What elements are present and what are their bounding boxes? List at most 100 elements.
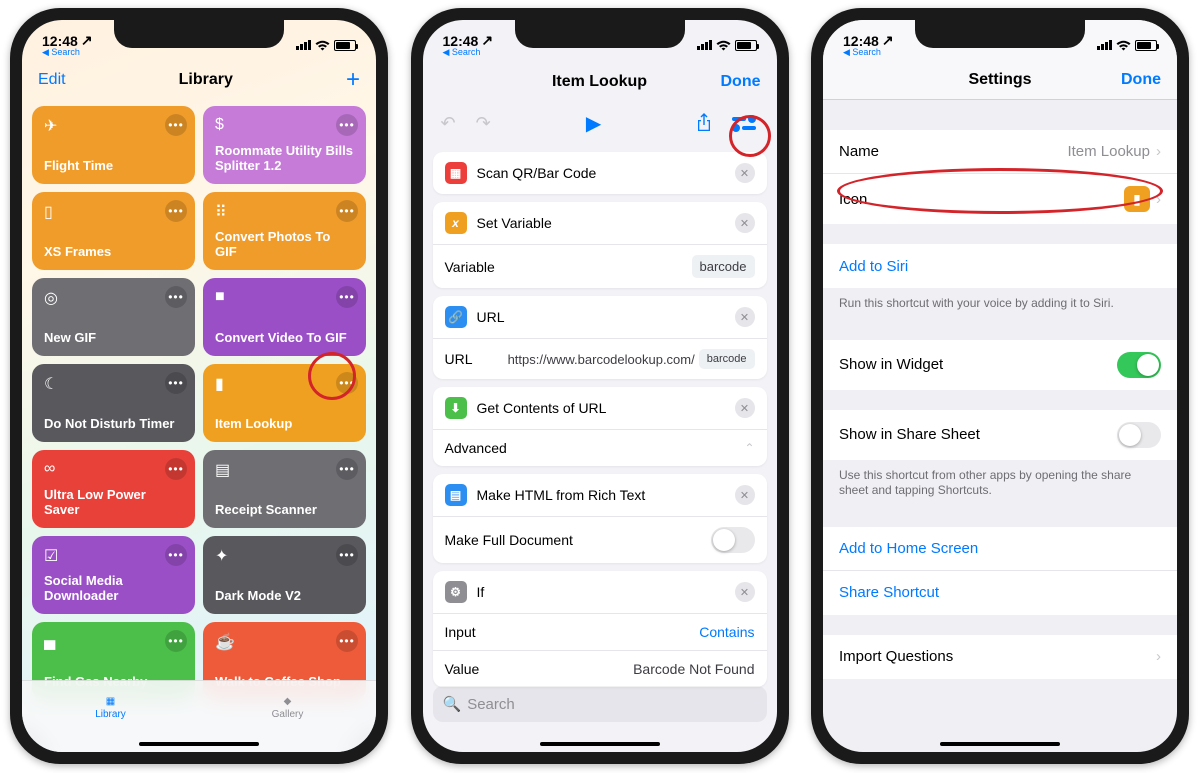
shortcut-tile[interactable]: •••☾Do Not Disturb Timer (32, 364, 195, 442)
action-title: Set Variable (477, 215, 552, 231)
edit-button[interactable]: Edit (38, 71, 66, 89)
tile-more-button[interactable]: ••• (165, 458, 187, 480)
wifi-icon (1116, 40, 1131, 51)
advanced-disclosure[interactable]: Advanced ⌃ (433, 429, 767, 466)
tile-more-button[interactable]: ••• (336, 458, 358, 480)
tab-label: Gallery (272, 709, 304, 720)
status-back-app[interactable]: ◀ Search (42, 47, 93, 58)
tile-more-button[interactable]: ••• (165, 544, 187, 566)
shortcut-tile[interactable]: •••▯XS Frames (32, 192, 195, 270)
shortcut-tile[interactable]: •••▤Receipt Scanner (203, 450, 366, 528)
variable-label: Variable (445, 259, 495, 275)
show-in-widget-row: Show in Widget (823, 340, 1177, 390)
battery-icon (1135, 40, 1157, 51)
search-input[interactable]: 🔍 Search (433, 686, 767, 722)
tile-more-button[interactable]: ••• (336, 114, 358, 136)
tile-more-button[interactable]: ••• (336, 286, 358, 308)
add-to-siri-button[interactable]: Add to Siri (823, 244, 1177, 288)
settings-group-widget: Show in Widget (823, 340, 1177, 390)
delete-action-button[interactable]: ✕ (735, 213, 755, 233)
battery-icon (735, 40, 757, 51)
siri-hint: Run this shortcut with your voice by add… (823, 288, 1177, 320)
action-set-variable[interactable]: x Set Variable ✕ Variable barcode (433, 202, 767, 288)
delete-action-button[interactable]: ✕ (735, 582, 755, 602)
tile-more-button[interactable]: ••• (336, 630, 358, 652)
if-value-field[interactable]: Barcode Not Found (633, 661, 754, 677)
tile-more-button[interactable]: ••• (336, 372, 358, 394)
variable-icon: x (445, 212, 467, 234)
if-condition-picker[interactable]: Contains (699, 624, 754, 640)
share-shortcut-button[interactable]: Share Shortcut (823, 571, 1177, 615)
document-icon: ▤ (445, 484, 467, 506)
shortcut-tile[interactable]: •••☑Social Media Downloader (32, 536, 195, 614)
tile-title: Do Not Disturb Timer (44, 416, 183, 432)
make-full-switch[interactable] (711, 527, 755, 553)
delete-action-button[interactable]: ✕ (735, 398, 755, 418)
notch (515, 20, 685, 48)
done-button[interactable]: Done (720, 73, 760, 91)
tile-title: New GIF (44, 330, 183, 346)
share-button[interactable] (696, 113, 712, 133)
shortcut-tile[interactable]: •••✦Dark Mode V2 (203, 536, 366, 614)
tile-more-button[interactable]: ••• (165, 200, 187, 222)
url-value-field[interactable]: https://www.barcodelookup.com/ (508, 352, 695, 367)
tile-more-button[interactable]: ••• (165, 114, 187, 136)
stack-icon: ◆ (284, 696, 292, 707)
name-row[interactable]: Name Item Lookup › (823, 130, 1177, 174)
variable-value-field[interactable]: barcode (692, 255, 755, 278)
action-make-html[interactable]: ▤ Make HTML from Rich Text ✕ Make Full D… (433, 474, 767, 563)
show-in-share-sheet-switch[interactable] (1117, 422, 1161, 448)
tile-more-button[interactable]: ••• (336, 200, 358, 222)
tile-icon: ▯ (44, 202, 183, 222)
done-button[interactable]: Done (1121, 71, 1161, 89)
shortcut-tile[interactable]: •••✈Flight Time (32, 106, 195, 184)
import-questions-row[interactable]: Import Questions › (823, 635, 1177, 679)
show-in-widget-switch[interactable] (1117, 352, 1161, 378)
status-back-app[interactable]: ◀ Search (443, 47, 494, 58)
shortcut-tile[interactable]: •••∞Ultra Low Power Saver (32, 450, 195, 528)
phone-settings: 12:48↗ ◀ Search Settings Done Name Item … (811, 8, 1189, 764)
redo-button[interactable]: ↷ (476, 113, 491, 134)
tile-title: Roommate Utility Bills Splitter 1.2 (215, 143, 354, 174)
tab-label: Library (95, 709, 126, 720)
undo-button[interactable]: ↶ (441, 113, 456, 134)
tile-more-button[interactable]: ••• (165, 286, 187, 308)
action-scan-qr[interactable]: ▦ Scan QR/Bar Code ✕ (433, 152, 767, 194)
url-variable-token[interactable]: barcode (699, 349, 755, 369)
settings-toggle-button[interactable] (732, 115, 758, 131)
delete-action-button[interactable]: ✕ (735, 485, 755, 505)
tile-more-button[interactable]: ••• (165, 630, 187, 652)
shortcut-tile[interactable]: •••◎New GIF (32, 278, 195, 356)
download-icon: ⬇ (445, 397, 467, 419)
icon-row[interactable]: Icon ▮ › (823, 174, 1177, 224)
tile-title: Ultra Low Power Saver (44, 487, 183, 518)
share-sheet-hint: Use this shortcut from other apps by ope… (823, 460, 1177, 507)
action-get-contents[interactable]: ⬇ Get Contents of URL ✕ Advanced ⌃ (433, 387, 767, 466)
delete-action-button[interactable]: ✕ (735, 163, 755, 183)
action-url[interactable]: 🔗 URL ✕ URL https://www.barcodelookup.co… (433, 296, 767, 379)
barcode-icon: ▮ (1124, 186, 1150, 212)
battery-icon (334, 40, 356, 51)
editor-toolbar: ↶ ↷ ▶ (423, 100, 777, 146)
run-button[interactable]: ▶ (586, 111, 601, 136)
home-indicator[interactable] (139, 742, 259, 746)
wifi-icon (716, 40, 731, 51)
tile-more-button[interactable]: ••• (336, 544, 358, 566)
phone-library: 12:48↗ ◀ Search Edit Library + •••✈Fligh… (10, 8, 388, 764)
shortcut-tile[interactable]: •••$Roommate Utility Bills Splitter 1.2 (203, 106, 366, 184)
shortcut-tile[interactable]: •••■Convert Video To GIF (203, 278, 366, 356)
shortcut-tile[interactable]: •••▮Item Lookup (203, 364, 366, 442)
show-in-widget-label: Show in Widget (839, 356, 1117, 373)
action-if[interactable]: ⚙ If ✕ Input Contains Value Barcode Not … (433, 571, 767, 687)
add-button[interactable]: + (346, 66, 360, 94)
add-to-home-screen-button[interactable]: Add to Home Screen (823, 527, 1177, 571)
shortcut-grid[interactable]: •••✈Flight Time•••$Roommate Utility Bill… (22, 100, 376, 706)
status-back-app[interactable]: ◀ Search (843, 47, 894, 58)
delete-action-button[interactable]: ✕ (735, 307, 755, 327)
home-indicator[interactable] (940, 742, 1060, 746)
shortcut-tile[interactable]: •••⠿Convert Photos To GIF (203, 192, 366, 270)
tile-more-button[interactable]: ••• (165, 372, 187, 394)
action-title: Make HTML from Rich Text (477, 487, 646, 503)
action-list[interactable]: ▦ Scan QR/Bar Code ✕ x Set Variable ✕ Va… (423, 146, 777, 737)
home-indicator[interactable] (540, 742, 660, 746)
